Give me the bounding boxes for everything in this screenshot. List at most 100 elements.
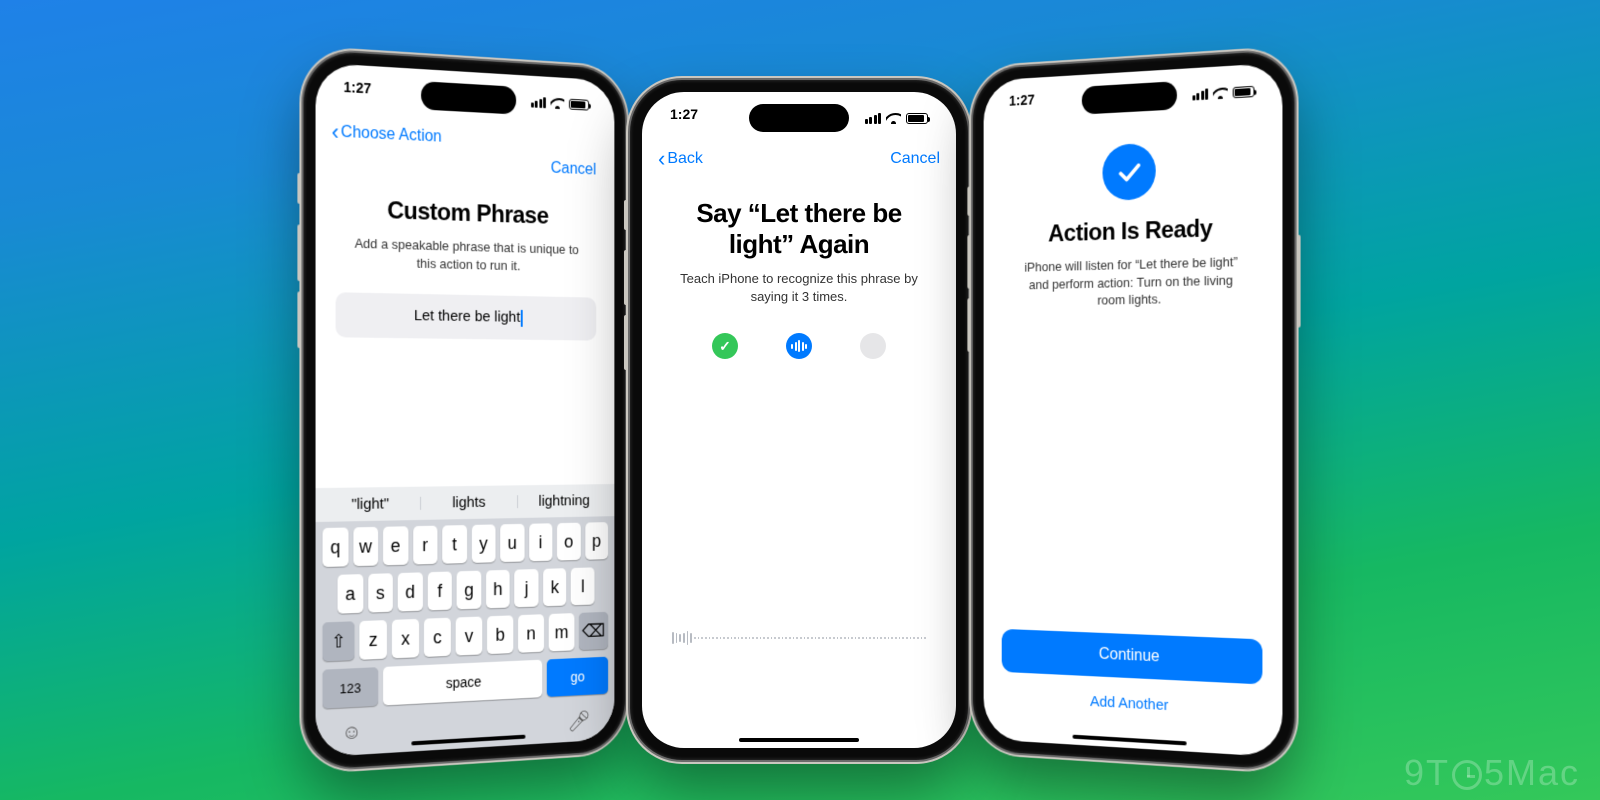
numbers-key[interactable]: 123 — [323, 667, 378, 709]
screen: 1:27 ‹ Choose Action C — [316, 63, 615, 758]
continue-button[interactable]: Continue — [1002, 629, 1263, 685]
watermark-logo: 9T5Mac — [1404, 752, 1580, 794]
page-subtitle: Teach iPhone to recognize this phrase by… — [642, 270, 956, 305]
key-k[interactable]: k — [543, 568, 567, 606]
key-d[interactable]: d — [398, 572, 423, 611]
key-v[interactable]: v — [456, 617, 483, 656]
key-j[interactable]: j — [515, 569, 539, 607]
key-t[interactable]: t — [442, 525, 466, 564]
dictation-key[interactable]: 🎤︎ — [568, 708, 591, 734]
key-i[interactable]: i — [529, 523, 553, 561]
key-u[interactable]: u — [500, 524, 524, 562]
status-time: 1:27 — [670, 106, 698, 130]
nav-bar: ‹ Back Cancel — [642, 142, 956, 172]
phone-right: 1:27 Action Is Ready iPhone will listen … — [973, 50, 1295, 771]
delete-key[interactable]: ⌫ — [579, 612, 608, 650]
phone-center: 1:27 ‹ Back Cancel Say — [630, 80, 968, 760]
back-button[interactable]: ‹ Back — [658, 148, 703, 170]
device-frame: 1:27 ‹ Back Cancel Say — [630, 80, 968, 760]
keyboard: "light" lights lightning qwertyuiop asdf… — [316, 484, 615, 757]
chevron-left-icon: ‹ — [658, 148, 665, 170]
suggestion[interactable]: lightning — [517, 492, 611, 510]
nav-bar: ‹ Choose Action — [316, 114, 615, 159]
go-key[interactable]: go — [547, 657, 608, 697]
back-label: Back — [667, 150, 703, 168]
side-button — [1297, 235, 1301, 328]
clock-icon — [1452, 760, 1482, 790]
key-z[interactable]: z — [359, 620, 387, 660]
cancel-button[interactable]: Cancel — [551, 160, 597, 179]
page-title: Action Is Ready — [984, 209, 1283, 260]
shift-key[interactable]: ⇧ — [323, 621, 355, 661]
cellular-icon — [865, 113, 882, 124]
battery-icon — [569, 98, 589, 110]
key-m[interactable]: m — [549, 613, 575, 651]
key-g[interactable]: g — [457, 571, 481, 610]
dynamic-island — [1082, 81, 1177, 114]
key-l[interactable]: l — [571, 567, 594, 605]
key-a[interactable]: a — [338, 574, 363, 614]
chevron-left-icon: ‹ — [332, 121, 339, 144]
side-button — [624, 200, 628, 230]
key-o[interactable]: o — [557, 523, 580, 561]
battery-icon — [1233, 85, 1255, 97]
space-key[interactable]: space — [383, 660, 542, 706]
wifi-icon — [551, 97, 565, 109]
key-p[interactable]: p — [585, 522, 608, 560]
device-frame: 1:27 ‹ Choose Action C — [303, 50, 625, 771]
page-title: Say “Let there be light” Again — [642, 172, 956, 270]
key-w[interactable]: w — [353, 527, 378, 566]
key-s[interactable]: s — [368, 573, 393, 612]
key-x[interactable]: x — [392, 619, 419, 659]
page-subtitle: iPhone will listen for “Let there be lig… — [984, 252, 1283, 312]
screen: 1:27 ‹ Back Cancel Say — [642, 92, 956, 748]
key-e[interactable]: e — [383, 526, 408, 565]
add-another-button[interactable]: Add Another — [984, 688, 1283, 721]
cancel-button[interactable]: Cancel — [890, 150, 940, 168]
side-button — [967, 187, 971, 216]
side-button — [297, 224, 301, 281]
phrase-input[interactable]: Let there be light — [336, 292, 597, 340]
dynamic-island — [749, 104, 849, 132]
side-button — [624, 250, 628, 305]
wifi-icon — [1213, 87, 1228, 99]
battery-icon — [906, 113, 928, 124]
suggestion[interactable]: "light" — [320, 495, 421, 514]
audio-waveform — [672, 628, 926, 648]
key-b[interactable]: b — [487, 615, 513, 654]
key-n[interactable]: n — [518, 614, 544, 653]
key-c[interactable]: c — [424, 618, 451, 657]
home-indicator[interactable] — [739, 738, 859, 742]
promo-stage: 1:27 ‹ Choose Action C — [0, 0, 1600, 800]
text-caret — [521, 310, 523, 327]
side-button — [624, 315, 628, 370]
success-check-icon — [1102, 143, 1155, 201]
step-complete-icon: ✓ — [712, 333, 738, 359]
status-time: 1:27 — [344, 79, 372, 105]
suggestion-bar: "light" lights lightning — [316, 484, 615, 522]
step-active-icon — [786, 333, 812, 359]
key-y[interactable]: y — [471, 524, 495, 562]
side-button — [967, 298, 971, 351]
phone-left: 1:27 ‹ Choose Action C — [303, 50, 625, 771]
screen: 1:27 Action Is Ready iPhone will listen … — [984, 63, 1283, 758]
side-button — [297, 291, 301, 348]
suggestion[interactable]: lights — [420, 493, 517, 512]
side-button — [967, 235, 971, 289]
step-pending-icon — [860, 333, 886, 359]
side-button — [297, 173, 301, 204]
key-h[interactable]: h — [486, 570, 510, 609]
status-bar: 1:27 — [316, 77, 615, 118]
progress-dots: ✓ — [642, 333, 956, 359]
key-f[interactable]: f — [427, 571, 452, 610]
cellular-icon — [1192, 88, 1208, 100]
key-q[interactable]: q — [323, 528, 348, 568]
back-label: Choose Action — [341, 124, 442, 147]
back-button[interactable]: ‹ Choose Action — [332, 121, 442, 149]
key-r[interactable]: r — [413, 526, 438, 565]
status-time: 1:27 — [1009, 92, 1035, 117]
wifi-icon — [886, 113, 901, 124]
emoji-key[interactable]: ☺ — [342, 721, 362, 748]
input-value: Let there be light — [414, 307, 520, 326]
page-title: Custom Phrase — [316, 167, 615, 242]
